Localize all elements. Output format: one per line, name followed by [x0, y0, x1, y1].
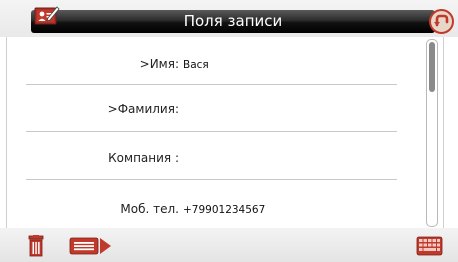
field-row-name[interactable]: >Имя: Вася: [7, 41, 397, 87]
scrollbar-thumb[interactable]: [429, 42, 435, 92]
divider: [26, 84, 397, 85]
title-bar: Поля записи: [31, 10, 435, 33]
footer-toolbar: [0, 228, 458, 262]
divider: [26, 179, 397, 180]
field-label: >Фамилия:: [107, 102, 179, 116]
field-label: >Имя:: [139, 57, 179, 71]
field-value[interactable]: +79901234567: [183, 204, 265, 216]
edit-contact-icon[interactable]: [34, 4, 60, 26]
fields-list: >Имя: Вася >Фамилия: Компания : Моб. тел…: [6, 37, 444, 228]
keyboard-icon[interactable]: [416, 236, 443, 256]
divider: [26, 131, 397, 132]
trash-icon[interactable]: [27, 235, 45, 257]
field-row-company[interactable]: Компания :: [7, 135, 397, 181]
field-label: Моб. тел.: [120, 202, 179, 216]
scrollbar[interactable]: [426, 39, 438, 227]
header: Поля записи: [0, 0, 458, 37]
field-value[interactable]: Вася: [183, 59, 209, 71]
page-title: Поля записи: [183, 12, 283, 30]
contact-fields-screen: Поля записи >Имя: Вася >Фамилия: Компани…: [0, 0, 458, 262]
field-row-mobile[interactable]: Моб. тел. +79901234567: [7, 186, 397, 232]
field-row-surname[interactable]: >Фамилия:: [7, 86, 397, 132]
send-record-icon[interactable]: [69, 235, 113, 257]
field-label: Компания :: [108, 151, 179, 165]
back-icon[interactable]: [429, 9, 454, 34]
